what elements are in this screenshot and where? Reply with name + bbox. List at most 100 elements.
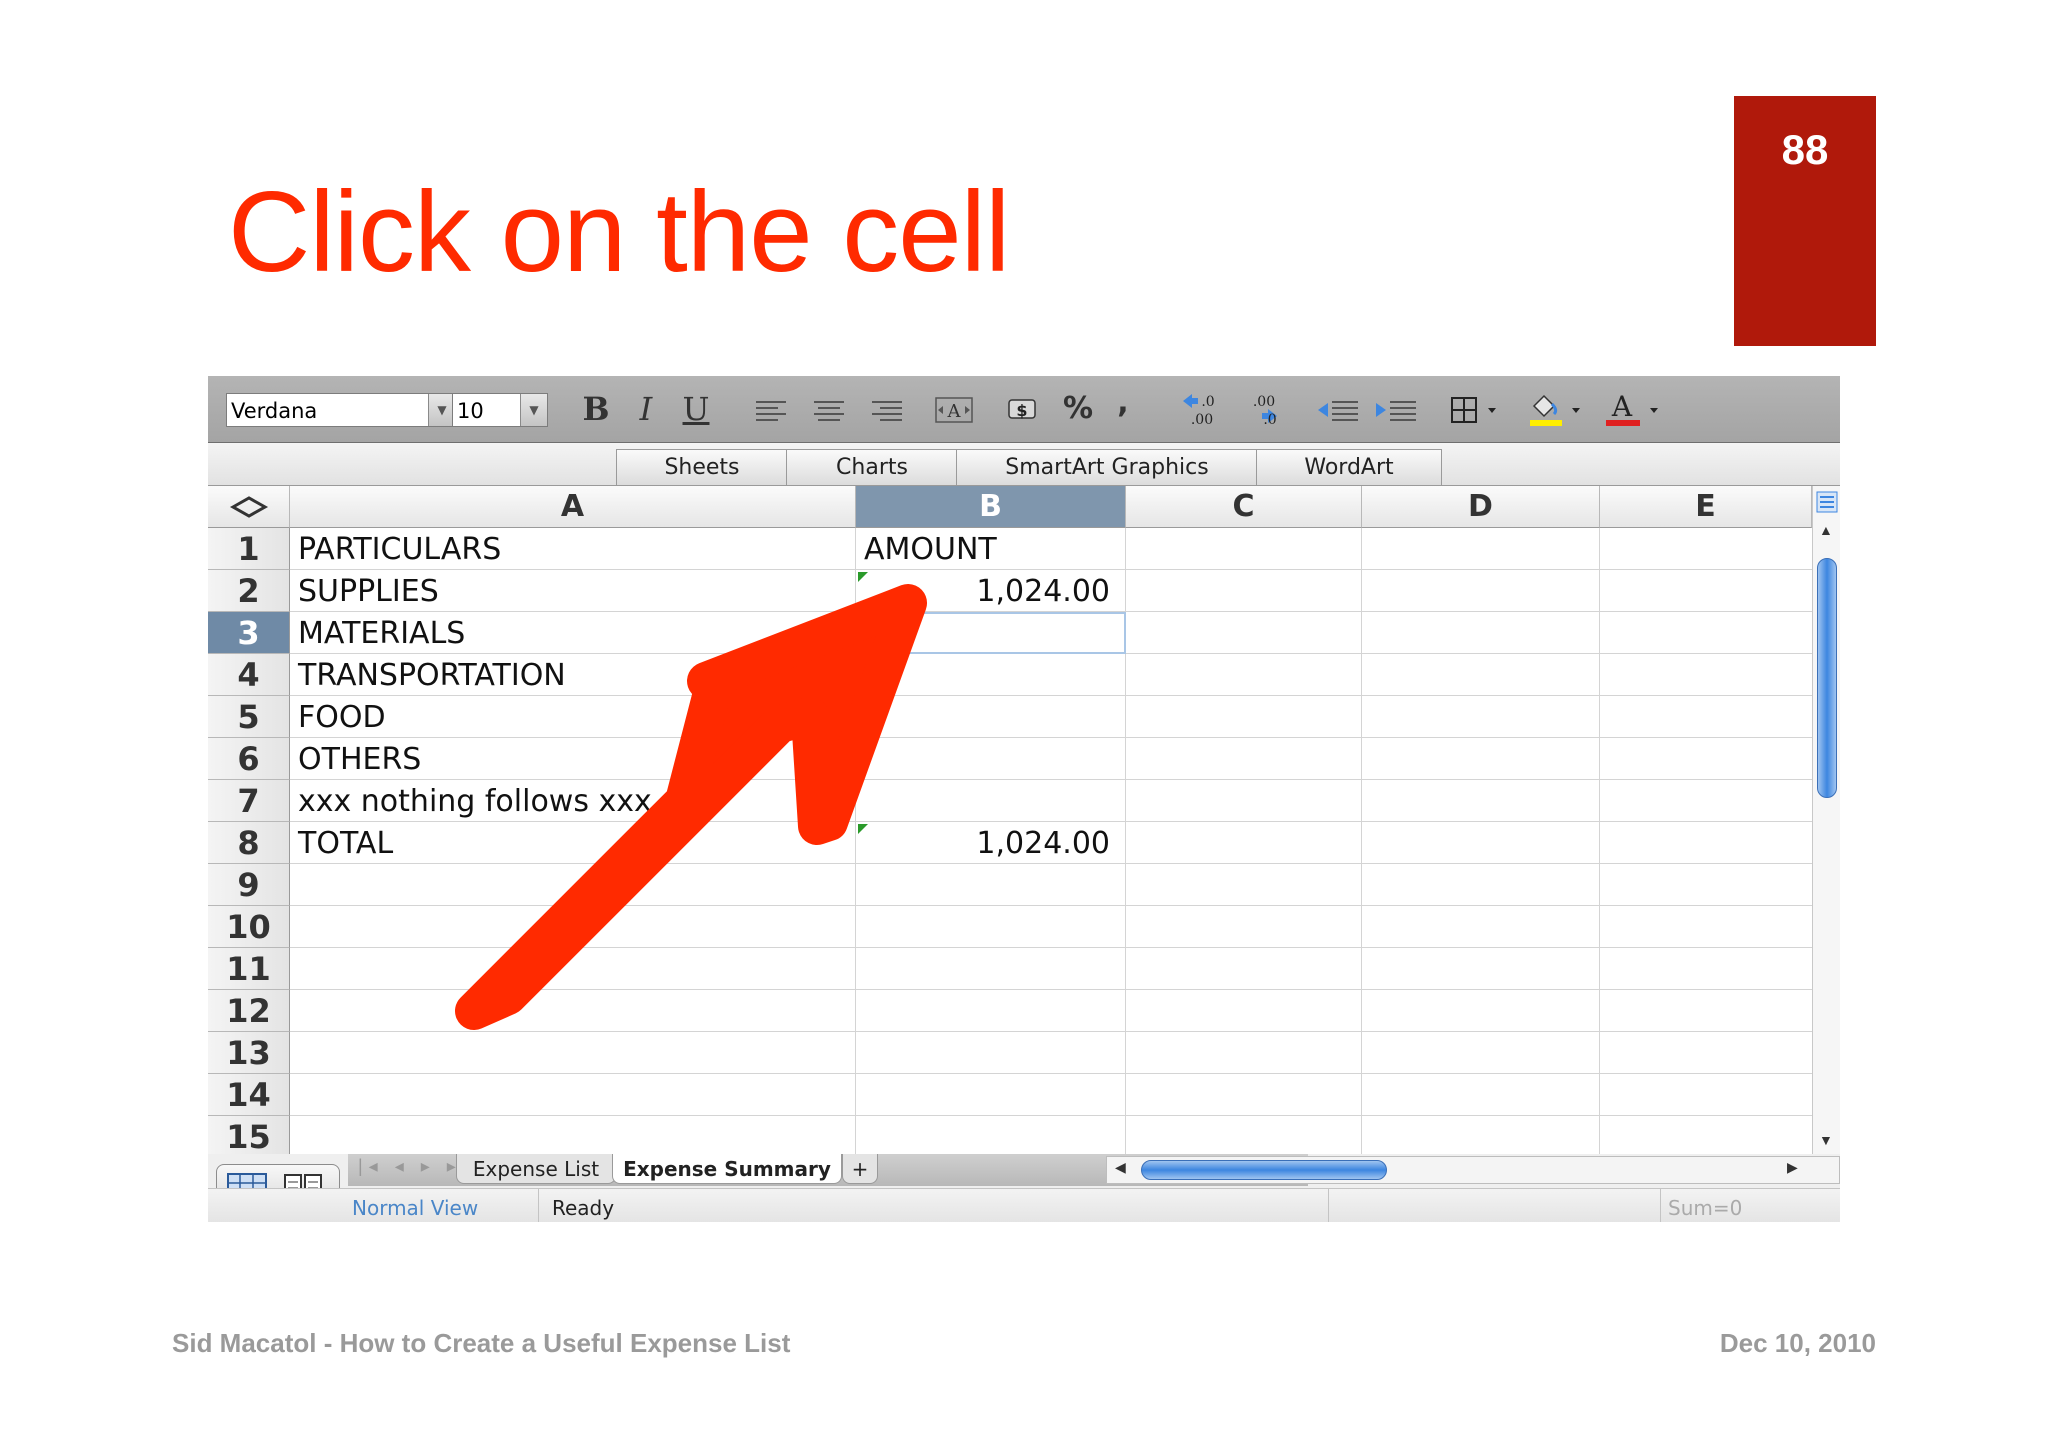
column-header-c[interactable]: C bbox=[1126, 486, 1362, 528]
slide-number-badge: 88 bbox=[1734, 96, 1876, 346]
worksheet-grid: A B C D E 1 2 3 4 5 6 7 8 9 10 11 12 13 … bbox=[208, 486, 1812, 1158]
horizontal-scrollbar[interactable]: ◀ ▶ bbox=[1106, 1156, 1840, 1184]
cell-b8[interactable]: 1,024.00 bbox=[856, 822, 1110, 864]
merge-icon[interactable]: A bbox=[934, 396, 974, 424]
svg-text:.0: .0 bbox=[1201, 394, 1214, 410]
horizontal-scroll-thumb[interactable] bbox=[1141, 1160, 1387, 1180]
sheet-tab-expense-summary[interactable]: Expense Summary bbox=[612, 1154, 842, 1184]
svg-text:A: A bbox=[947, 401, 962, 422]
align-center-icon[interactable] bbox=[812, 396, 846, 424]
status-sum: Sum=0 bbox=[1668, 1196, 1743, 1220]
ribbon-bar: Sheets Charts SmartArt Graphics WordArt bbox=[208, 443, 1840, 486]
font-color-icon[interactable]: A bbox=[1604, 390, 1664, 428]
sheet-tab-expense-list[interactable]: Expense List bbox=[456, 1154, 616, 1184]
formatting-toolbar: Verdana ▼ 10 ▼ B I U A $ % , .0.00 .00.0… bbox=[208, 376, 1840, 443]
grid-line bbox=[290, 737, 1812, 738]
select-all-button[interactable] bbox=[208, 486, 290, 528]
svg-text:.0: .0 bbox=[1263, 412, 1276, 428]
cell-a2[interactable]: SUPPLIES bbox=[298, 570, 439, 612]
column-header-a[interactable]: A bbox=[290, 486, 856, 528]
active-cell-b3[interactable] bbox=[856, 612, 1126, 654]
slide-title: Click on the cell bbox=[228, 169, 1010, 296]
row-header-14[interactable]: 14 bbox=[208, 1074, 290, 1116]
row-header-9[interactable]: 9 bbox=[208, 864, 290, 906]
column-header-e[interactable]: E bbox=[1600, 486, 1812, 528]
bottom-bar: |◂ ◂ ▸ ▸| Expense List Expense Summary +… bbox=[208, 1154, 1840, 1222]
svg-text:.00: .00 bbox=[1253, 394, 1275, 410]
column-header-b[interactable]: B bbox=[856, 486, 1126, 528]
vertical-scrollbar[interactable]: ▲ ▼ bbox=[1812, 486, 1840, 1154]
chevron-down-icon[interactable]: ▼ bbox=[428, 394, 455, 426]
row-header-15[interactable]: 15 bbox=[208, 1116, 290, 1158]
svg-text:A: A bbox=[1611, 390, 1633, 423]
cell-a5[interactable]: FOOD bbox=[298, 696, 386, 738]
row-header-8[interactable]: 8 bbox=[208, 822, 290, 864]
tab-smartart-graphics[interactable]: SmartArt Graphics bbox=[956, 449, 1258, 485]
row-header-2[interactable]: 2 bbox=[208, 570, 290, 612]
chevron-down-icon[interactable]: ▼ bbox=[520, 394, 547, 426]
row-header-13[interactable]: 13 bbox=[208, 1032, 290, 1074]
align-left-icon[interactable] bbox=[754, 396, 788, 424]
status-ready: Ready bbox=[552, 1196, 615, 1220]
split-view-icon[interactable] bbox=[1815, 490, 1839, 514]
cell-b2[interactable]: 1,024.00 bbox=[856, 570, 1110, 612]
grid-line bbox=[290, 905, 1812, 906]
column-header-d[interactable]: D bbox=[1362, 486, 1600, 528]
grid-line bbox=[290, 1115, 1812, 1116]
row-header-5[interactable]: 5 bbox=[208, 696, 290, 738]
spreadsheet-window: Verdana ▼ 10 ▼ B I U A $ % , .0.00 .00.0… bbox=[208, 376, 1840, 1222]
scroll-right-icon[interactable]: ▶ bbox=[1787, 1159, 1798, 1176]
grid-line bbox=[1361, 528, 1362, 1154]
font-name-select[interactable]: Verdana ▼ bbox=[226, 393, 456, 427]
increase-decimal-icon[interactable]: .0.00 bbox=[1180, 390, 1220, 428]
grid-line bbox=[290, 1031, 1812, 1032]
svg-text:$: $ bbox=[1016, 401, 1027, 420]
diamond-icon bbox=[229, 496, 268, 518]
borders-icon[interactable] bbox=[1450, 396, 1500, 424]
scroll-down-icon[interactable]: ▼ bbox=[1819, 1132, 1833, 1148]
view-mode-label: Normal View bbox=[352, 1196, 479, 1220]
bold-button[interactable]: B bbox=[574, 390, 618, 428]
row-header-4[interactable]: 4 bbox=[208, 654, 290, 696]
add-sheet-button[interactable]: + bbox=[842, 1154, 878, 1184]
cell-b1[interactable]: AMOUNT bbox=[864, 528, 997, 570]
font-name-value: Verdana bbox=[231, 399, 318, 423]
vertical-scroll-thumb[interactable] bbox=[1817, 558, 1837, 798]
tab-charts[interactable]: Charts bbox=[786, 449, 958, 485]
cell-a1[interactable]: PARTICULARS bbox=[298, 528, 501, 570]
font-size-select[interactable]: 10 ▼ bbox=[452, 393, 548, 427]
row-header-12[interactable]: 12 bbox=[208, 990, 290, 1032]
row-header-10[interactable]: 10 bbox=[208, 906, 290, 948]
row-header-1[interactable]: 1 bbox=[208, 528, 290, 570]
footer-author: Sid Macatol - How to Create a Useful Exp… bbox=[172, 1328, 791, 1358]
tab-wordart[interactable]: WordArt bbox=[1256, 449, 1442, 485]
align-right-icon[interactable] bbox=[870, 396, 904, 424]
currency-icon[interactable]: $ bbox=[1006, 396, 1040, 424]
tab-sheets[interactable]: Sheets bbox=[616, 449, 788, 485]
cell-a4[interactable]: TRANSPORTATION bbox=[298, 654, 566, 696]
underline-button[interactable]: U bbox=[674, 390, 718, 428]
row-header-7[interactable]: 7 bbox=[208, 780, 290, 822]
decrease-decimal-icon[interactable]: .00.0 bbox=[1240, 390, 1280, 428]
grid-line bbox=[290, 1073, 1812, 1074]
cell-a7[interactable]: xxx nothing follows xxx bbox=[298, 780, 652, 822]
row-header-3[interactable]: 3 bbox=[208, 612, 290, 654]
scroll-left-icon[interactable]: ◀ bbox=[1115, 1159, 1126, 1176]
cell-a8[interactable]: TOTAL bbox=[298, 822, 393, 864]
italic-button[interactable]: I bbox=[626, 390, 666, 428]
fill-color-icon[interactable] bbox=[1526, 390, 1586, 428]
grid-line bbox=[1599, 528, 1600, 1154]
row-header-11[interactable]: 11 bbox=[208, 948, 290, 990]
grid-line bbox=[290, 989, 1812, 990]
divider bbox=[1660, 1189, 1661, 1222]
increase-indent-icon[interactable] bbox=[1374, 396, 1418, 424]
comma-button[interactable]: , bbox=[1108, 384, 1138, 422]
cell-a6[interactable]: OTHERS bbox=[298, 738, 421, 780]
percent-button[interactable]: % bbox=[1058, 390, 1098, 428]
grid-line bbox=[290, 947, 1812, 948]
cell-a3[interactable]: MATERIALS bbox=[298, 612, 465, 654]
decrease-indent-icon[interactable] bbox=[1316, 396, 1360, 424]
scroll-up-icon[interactable]: ▲ bbox=[1819, 522, 1833, 538]
footer-date: Dec 10, 2010 bbox=[1719, 1328, 1876, 1358]
row-header-6[interactable]: 6 bbox=[208, 738, 290, 780]
